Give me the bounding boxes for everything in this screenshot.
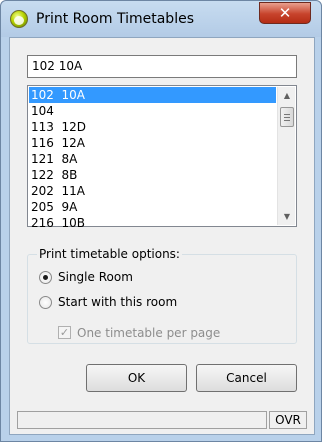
thumb-grip-line <box>284 120 290 121</box>
ok-button[interactable]: OK <box>86 364 187 392</box>
room-list-item[interactable]: 104 <box>29 103 276 119</box>
thumb-grip-line <box>284 117 290 118</box>
status-bar-field <box>17 411 267 429</box>
scroll-thumb[interactable] <box>280 107 294 127</box>
scroll-up-arrow-icon[interactable]: ▲ <box>278 87 296 104</box>
room-input[interactable]: 102 10A <box>27 55 297 78</box>
print-options-legend: Print timetable options: <box>37 246 182 262</box>
room-list-items: 102 10A 104 113 12D 116 12A 121 8A 122 8B 202 … <box>29 87 276 231</box>
room-list-item[interactable]: 121 8A <box>29 151 276 167</box>
room-list-item[interactable]: 102 10A <box>29 87 276 103</box>
one-per-page-label: One timetable per page <box>77 326 221 340</box>
room-list-item[interactable]: 122 8B <box>29 167 276 183</box>
close-button[interactable]: ✕ <box>259 2 311 24</box>
window-title: Print Room Timetables <box>36 11 194 27</box>
thumb-grip-line <box>284 114 290 115</box>
list-scrollbar[interactable]: ▲ ▼ <box>277 87 295 225</box>
room-list-item[interactable]: 205 9A <box>29 199 276 215</box>
cancel-button[interactable]: Cancel <box>196 364 297 392</box>
start-with-room-radio[interactable] <box>39 296 52 309</box>
title-bar[interactable]: Print Room Timetables ✕ <box>1 1 321 37</box>
room-list-item[interactable]: 202 11A <box>29 183 276 199</box>
one-per-page-checkbox: ✓ <box>58 326 71 339</box>
room-listbox[interactable]: 102 10A 104 113 12D 116 12A 121 8A 122 8B 202 … <box>27 85 297 230</box>
room-list-item[interactable]: 216 10B <box>29 215 276 231</box>
print-options-group: Print timetable options: Single Room Sta… <box>27 246 297 344</box>
radio-selected-dot <box>43 275 48 280</box>
app-ball-icon <box>10 10 28 28</box>
single-room-label[interactable]: Single Room <box>58 269 133 286</box>
room-list-item[interactable]: 116 12A <box>29 135 276 151</box>
dialog-window: Print Room Timetables ✕ 102 10A 102 10A 1… <box>0 0 322 442</box>
dialog-client-area: 102 10A 102 10A 104 113 12D 116 12A 121 8A 12… <box>9 37 315 435</box>
room-list-item[interactable]: 113 12D <box>29 119 276 135</box>
start-with-room-label[interactable]: Start with this room <box>58 294 177 311</box>
single-room-radio[interactable] <box>39 271 52 284</box>
overwrite-mode-indicator: OVR <box>269 411 307 429</box>
scroll-down-arrow-icon[interactable]: ▼ <box>278 208 296 225</box>
